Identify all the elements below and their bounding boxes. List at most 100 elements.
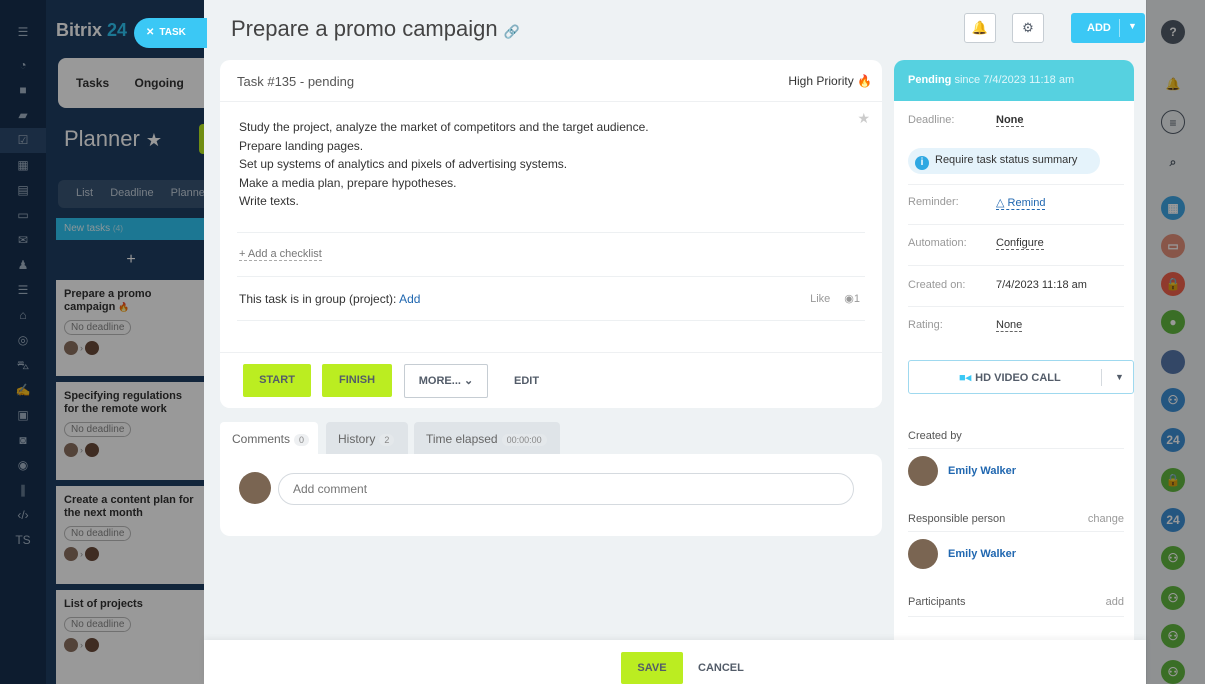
star-icon[interactable]: ★ [857, 110, 870, 127]
avatar[interactable] [1161, 350, 1185, 374]
database-icon[interactable]: ◉ [0, 453, 46, 478]
company-icon[interactable]: ⌂ [0, 303, 46, 328]
lock-icon[interactable]: 🔒 [1161, 272, 1185, 296]
tab-history[interactable]: History 2 [326, 422, 408, 454]
code-icon[interactable]: ‹/› [0, 503, 46, 528]
view-list[interactable]: List [76, 187, 93, 199]
robot-icon[interactable]: ◙ [0, 428, 46, 453]
drive-icon[interactable]: ▭ [0, 203, 46, 228]
deadline-value[interactable]: None [996, 114, 1024, 127]
priority-badge[interactable]: High Priority 🔥 [788, 74, 872, 88]
contact-card-icon[interactable]: ▭ [1161, 234, 1185, 258]
arrow-right-icon: › [80, 343, 83, 353]
marketing-icon[interactable]: ∥ [0, 478, 46, 503]
avatar [85, 443, 99, 457]
finish-button[interactable]: FINISH [322, 364, 392, 397]
bell-icon: 🔔 [971, 20, 989, 35]
group-chat-icon[interactable]: ⚇ [1161, 388, 1185, 412]
task-description: Study the project, analyze the market of… [239, 120, 649, 208]
cancel-button[interactable]: CANCEL [698, 652, 744, 684]
kanban-card[interactable]: Specifying regulations for the remote wo… [56, 382, 204, 480]
kanban-card[interactable]: List of projects No deadline › [56, 590, 204, 684]
tasks-icon[interactable]: ☑ [0, 128, 46, 153]
group-icon[interactable]: ⚇ [1161, 546, 1185, 570]
notification-bell-button[interactable]: 🔔 [964, 13, 996, 43]
tab-comments[interactable]: Comments 0 [220, 422, 318, 454]
star-icon[interactable]: ★ [146, 130, 162, 150]
comment-box [220, 454, 882, 536]
left-nav-bar: ☰ ◔ ■ ▰ ☑ ▦ ▤ ▭ ✉ ♟ ☰ ⌂ ◎ ⛍ ✍ ▣ ◙ ◉ ∥ ‹/… [0, 0, 46, 684]
messenger-icon[interactable]: ▰ [0, 103, 46, 128]
deadline-pill[interactable]: No deadline [64, 422, 132, 437]
add-task-row[interactable]: + [56, 246, 204, 274]
avatar [64, 547, 78, 561]
sign-icon[interactable]: ✍ [0, 378, 46, 403]
calendar-icon[interactable]: ▦ [1161, 196, 1185, 220]
reminder-icon: △ [996, 197, 1005, 209]
add-button[interactable]: ADD ▼ [1071, 13, 1145, 43]
menu-icon[interactable]: ☰ [0, 20, 46, 45]
require-summary-toggle[interactable]: i Require task status summary [908, 148, 1100, 174]
edit-button[interactable]: EDIT [514, 364, 539, 398]
deadline-pill[interactable]: No deadline [64, 526, 132, 541]
remind-link[interactable]: △ Remind [996, 196, 1046, 210]
ts-icon[interactable]: TS [0, 528, 46, 553]
save-button[interactable]: SAVE [621, 652, 683, 684]
target-icon[interactable]: ◎ [0, 328, 46, 353]
chat-icon[interactable]: ■ [0, 78, 46, 103]
task-slider: Prepare a promo campaign 🔗 🔔 ⚙ ADD ▼ Task… [204, 0, 1146, 684]
automation-row: Automation: Configure [908, 237, 1044, 250]
tab-tasks[interactable]: Tasks [76, 76, 109, 90]
bitrix24-icon[interactable]: 24 [1161, 508, 1185, 532]
view-deadline[interactable]: Deadline [110, 187, 153, 199]
configure-link[interactable]: Configure [996, 237, 1044, 250]
change-responsible-link[interactable]: change [1088, 513, 1124, 525]
documents-icon[interactable]: ▤ [0, 178, 46, 203]
calendar-icon[interactable]: ▦ [0, 153, 46, 178]
user-icon[interactable]: ● [1161, 310, 1185, 334]
like-link[interactable]: Like [810, 293, 830, 305]
like-area: Like ◉1 [810, 292, 860, 305]
rating-value[interactable]: None [996, 319, 1023, 332]
group-icon[interactable]: ⚇ [1161, 660, 1185, 684]
bitrix24-icon[interactable]: 24 [1161, 428, 1185, 452]
group-icon[interactable]: ⚇ [1161, 624, 1185, 648]
close-task-tab[interactable]: ✕ TASK [134, 18, 207, 48]
filter-icon[interactable]: ☰ [0, 278, 46, 303]
contacts-icon[interactable]: ▣ [0, 403, 46, 428]
view-planner[interactable]: Planner [171, 187, 204, 199]
help-icon[interactable]: ? [1161, 20, 1185, 44]
add-checklist-link[interactable]: + Add a checklist [239, 248, 322, 261]
deadline-pill[interactable]: No deadline [64, 617, 132, 632]
link-icon[interactable]: 🔗 [504, 24, 520, 39]
comment-input[interactable] [278, 473, 854, 505]
tab-ongoing[interactable]: Ongoing [134, 76, 183, 90]
kanban-card[interactable]: Create a content plan for the next month… [56, 486, 204, 584]
shop-icon[interactable]: ⛍ [0, 353, 46, 378]
start-button[interactable]: START [243, 364, 311, 397]
chevron-down-icon[interactable]: ▼ [1115, 372, 1124, 382]
count-badge: 0 [294, 434, 310, 446]
add-group-link[interactable]: Add [399, 292, 420, 306]
messages-icon[interactable]: ≡ [1161, 110, 1185, 134]
pulse-icon[interactable]: ◔ [0, 53, 46, 78]
search-icon[interactable]: ⌕ [1161, 150, 1185, 174]
tab-time-elapsed[interactable]: Time elapsed 00:00:00 [414, 422, 560, 454]
lock-icon[interactable]: 🔒 [1161, 468, 1185, 492]
creator[interactable]: Emily Walker [908, 456, 1128, 486]
arrow-right-icon: › [80, 445, 83, 455]
mail-icon[interactable]: ✉ [0, 228, 46, 253]
more-button[interactable]: MORE... ⌄ [404, 364, 488, 398]
responsible-person[interactable]: Emily Walker [908, 539, 1128, 569]
chevron-down-icon[interactable]: ▼ [1128, 21, 1137, 31]
groups-icon[interactable]: ♟ [0, 253, 46, 278]
background-task-board: Bitrix 24 Tasks Ongoing Planner ★ List De… [46, 0, 204, 684]
deadline-pill[interactable]: No deadline [64, 320, 132, 335]
add-participant-link[interactable]: add [1106, 596, 1124, 608]
group-icon[interactable]: ⚇ [1161, 586, 1185, 610]
bell-icon[interactable]: 🔔 [1161, 72, 1185, 96]
hd-video-call-button[interactable]: ■◂ HD VIDEO CALL ▼ [908, 360, 1134, 394]
view-count: 1 [853, 293, 860, 305]
kanban-card[interactable]: Prepare a promo campaign 🔥 No deadline › [56, 280, 204, 376]
settings-button[interactable]: ⚙ [1012, 13, 1044, 43]
